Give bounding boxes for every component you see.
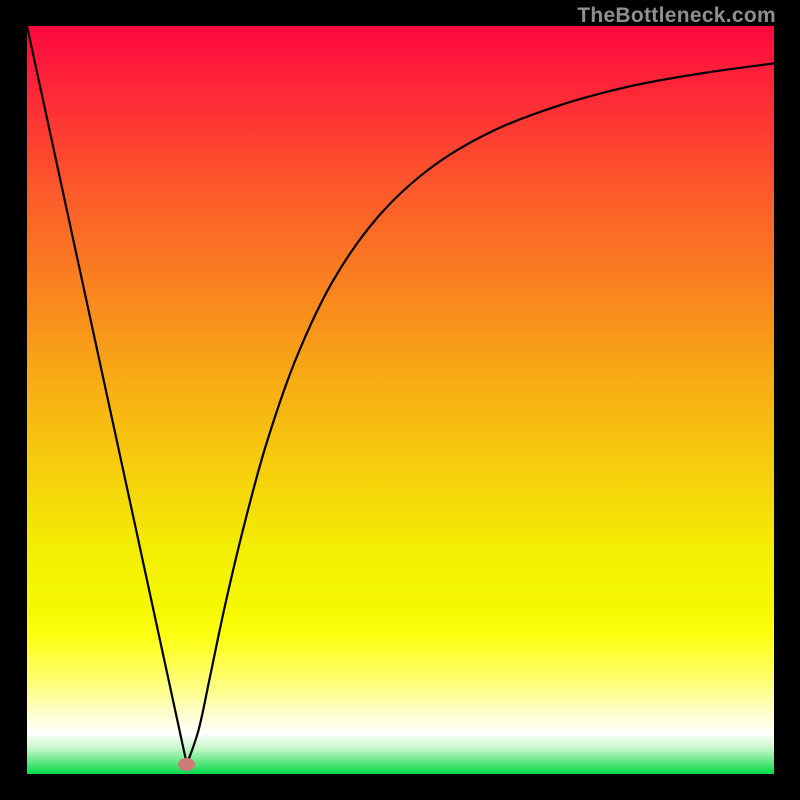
minimum-marker (178, 758, 195, 771)
watermark-text: TheBottleneck.com (577, 4, 776, 28)
chart-svg (0, 0, 800, 800)
chart-frame: TheBottleneck.com (0, 0, 800, 800)
gradient-background (27, 26, 774, 774)
